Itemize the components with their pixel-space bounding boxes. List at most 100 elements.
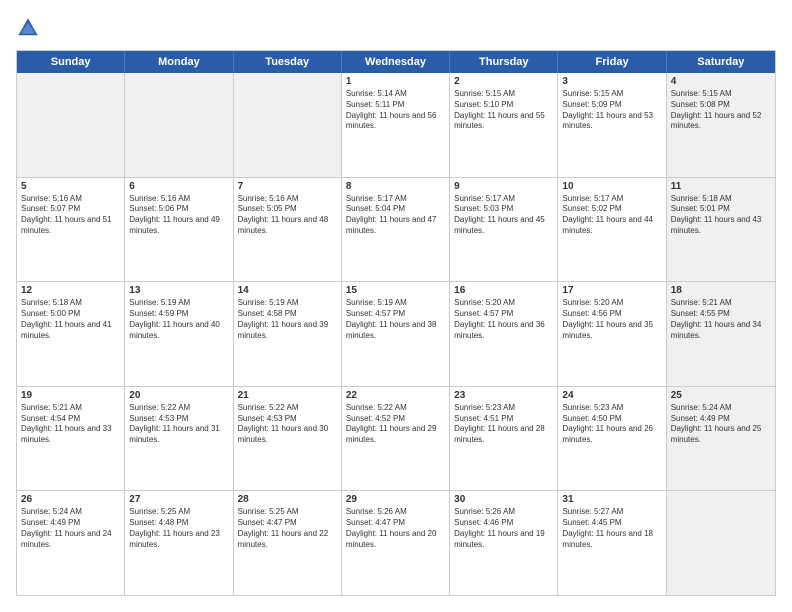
calendar-cell: 4 Sunrise: 5:15 AM Sunset: 5:08 PM Daylig… xyxy=(667,73,775,177)
calendar-row: 19 Sunrise: 5:21 AM Sunset: 4:54 PM Dayli… xyxy=(17,387,775,492)
day-number: 20 xyxy=(129,390,228,401)
calendar-cell: 11 Sunrise: 5:18 AM Sunset: 5:01 PM Dayli… xyxy=(667,178,775,282)
day-number: 24 xyxy=(562,390,661,401)
calendar-cell: 3 Sunrise: 5:15 AM Sunset: 5:09 PM Daylig… xyxy=(558,73,666,177)
calendar-cell: 2 Sunrise: 5:15 AM Sunset: 5:10 PM Daylig… xyxy=(450,73,558,177)
day-number: 21 xyxy=(238,390,337,401)
calendar-cell: 22Sunrise: 5:22 AM Sunset: 4:52 PM Dayli… xyxy=(342,387,450,491)
weekday-header: Friday xyxy=(558,51,666,73)
cell-daylight-info: Sunrise: 5:18 AM Sunset: 5:01 PM Dayligh… xyxy=(671,194,771,237)
calendar-cell: 23 Sunrise: 5:23 AM Sunset: 4:51 PM Dayli… xyxy=(450,387,558,491)
cell-daylight-info: Sunrise: 5:27 AM Sunset: 4:45 PM Dayligh… xyxy=(562,507,661,550)
calendar-cell: 20Sunrise: 5:22 AM Sunset: 4:53 PM Dayli… xyxy=(125,387,233,491)
calendar-cell: 5Sunrise: 5:16 AM Sunset: 5:07 PM Daylig… xyxy=(17,178,125,282)
calendar: SundayMondayTuesdayWednesdayThursdayFrid… xyxy=(16,50,776,596)
calendar-cell: 19 Sunrise: 5:21 AM Sunset: 4:54 PM Dayli… xyxy=(17,387,125,491)
day-number: 22 xyxy=(346,390,445,401)
cell-daylight-info: Sunrise: 5:24 AM Sunset: 4:49 PM Dayligh… xyxy=(21,507,120,550)
header xyxy=(16,16,776,40)
calendar-cell: 28 Sunrise: 5:25 AM Sunset: 4:47 PM Dayli… xyxy=(234,491,342,595)
day-number: 15 xyxy=(346,285,445,296)
calendar-row: 1Sunrise: 5:14 AM Sunset: 5:11 PM Daylig… xyxy=(17,73,775,178)
cell-daylight-info: Sunrise: 5:19 AM Sunset: 4:59 PM Dayligh… xyxy=(129,298,228,341)
day-number: 26 xyxy=(21,494,120,505)
cell-daylight-info: Sunrise: 5:26 AM Sunset: 4:46 PM Dayligh… xyxy=(454,507,553,550)
cell-daylight-info: Sunrise: 5:17 AM Sunset: 5:02 PM Dayligh… xyxy=(562,194,661,237)
cell-daylight-info: Sunrise: 5:20 AM Sunset: 4:56 PM Dayligh… xyxy=(562,298,661,341)
calendar-cell: 13 Sunrise: 5:19 AM Sunset: 4:59 PM Dayli… xyxy=(125,282,233,386)
day-number: 9 xyxy=(454,181,553,192)
day-number: 30 xyxy=(454,494,553,505)
cell-daylight-info: Sunrise: 5:18 AM Sunset: 5:00 PM Dayligh… xyxy=(21,298,120,341)
calendar-body: 1Sunrise: 5:14 AM Sunset: 5:11 PM Daylig… xyxy=(17,73,775,595)
day-number: 4 xyxy=(671,76,771,87)
calendar-cell: 10 Sunrise: 5:17 AM Sunset: 5:02 PM Dayli… xyxy=(558,178,666,282)
day-number: 7 xyxy=(238,181,337,192)
calendar-cell: 9 Sunrise: 5:17 AM Sunset: 5:03 PM Daylig… xyxy=(450,178,558,282)
day-number: 8 xyxy=(346,181,445,192)
cell-daylight-info: Sunrise: 5:15 AM Sunset: 5:08 PM Dayligh… xyxy=(671,89,771,132)
calendar-cell: 14 Sunrise: 5:19 AM Sunset: 4:58 PM Dayli… xyxy=(234,282,342,386)
weekday-header: Thursday xyxy=(450,51,558,73)
calendar-cell xyxy=(125,73,233,177)
calendar-cell: 30 Sunrise: 5:26 AM Sunset: 4:46 PM Dayli… xyxy=(450,491,558,595)
calendar-cell xyxy=(667,491,775,595)
day-number: 19 xyxy=(21,390,120,401)
cell-daylight-info: Sunrise: 5:21 AM Sunset: 4:54 PM Dayligh… xyxy=(21,403,120,446)
day-number: 31 xyxy=(562,494,661,505)
calendar-cell: 25 Sunrise: 5:24 AM Sunset: 4:49 PM Dayli… xyxy=(667,387,775,491)
calendar-cell: 8 Sunrise: 5:17 AM Sunset: 5:04 PM Daylig… xyxy=(342,178,450,282)
cell-daylight-info: Sunrise: 5:26 AM Sunset: 4:47 PM Dayligh… xyxy=(346,507,445,550)
day-number: 3 xyxy=(562,76,661,87)
calendar-cell: 18 Sunrise: 5:21 AM Sunset: 4:55 PM Dayli… xyxy=(667,282,775,386)
day-number: 27 xyxy=(129,494,228,505)
day-number: 23 xyxy=(454,390,553,401)
cell-daylight-info: Sunrise: 5:23 AM Sunset: 4:51 PM Dayligh… xyxy=(454,403,553,446)
cell-daylight-info: Sunrise: 5:15 AM Sunset: 5:10 PM Dayligh… xyxy=(454,89,553,132)
day-number: 13 xyxy=(129,285,228,296)
day-number: 17 xyxy=(562,285,661,296)
calendar-cell: 7 Sunrise: 5:16 AM Sunset: 5:05 PM Daylig… xyxy=(234,178,342,282)
calendar-cell: 17 Sunrise: 5:20 AM Sunset: 4:56 PM Dayli… xyxy=(558,282,666,386)
cell-daylight-info: Sunrise: 5:16 AM Sunset: 5:05 PM Dayligh… xyxy=(238,194,337,237)
day-number: 16 xyxy=(454,285,553,296)
calendar-cell xyxy=(234,73,342,177)
day-number: 25 xyxy=(671,390,771,401)
cell-daylight-info: Sunrise: 5:24 AM Sunset: 4:49 PM Dayligh… xyxy=(671,403,771,446)
day-number: 11 xyxy=(671,181,771,192)
weekday-header: Saturday xyxy=(667,51,775,73)
day-number: 1 xyxy=(346,76,445,87)
logo-icon xyxy=(16,16,40,40)
calendar-cell: 26 Sunrise: 5:24 AM Sunset: 4:49 PM Dayli… xyxy=(17,491,125,595)
cell-daylight-info: Sunrise: 5:25 AM Sunset: 4:47 PM Dayligh… xyxy=(238,507,337,550)
cell-daylight-info: Sunrise: 5:15 AM Sunset: 5:09 PM Dayligh… xyxy=(562,89,661,132)
cell-daylight-info: Sunrise: 5:17 AM Sunset: 5:03 PM Dayligh… xyxy=(454,194,553,237)
calendar-cell: 24Sunrise: 5:23 AM Sunset: 4:50 PM Dayli… xyxy=(558,387,666,491)
day-number: 28 xyxy=(238,494,337,505)
day-number: 10 xyxy=(562,181,661,192)
cell-daylight-info: Sunrise: 5:25 AM Sunset: 4:48 PM Dayligh… xyxy=(129,507,228,550)
calendar-row: 26 Sunrise: 5:24 AM Sunset: 4:49 PM Dayli… xyxy=(17,491,775,595)
day-number: 5 xyxy=(21,181,120,192)
weekday-header: Tuesday xyxy=(234,51,342,73)
calendar-cell: 1Sunrise: 5:14 AM Sunset: 5:11 PM Daylig… xyxy=(342,73,450,177)
calendar-row: 5Sunrise: 5:16 AM Sunset: 5:07 PM Daylig… xyxy=(17,178,775,283)
weekday-header: Monday xyxy=(125,51,233,73)
day-number: 12 xyxy=(21,285,120,296)
cell-daylight-info: Sunrise: 5:20 AM Sunset: 4:57 PM Dayligh… xyxy=(454,298,553,341)
calendar-cell: 29 Sunrise: 5:26 AM Sunset: 4:47 PM Dayli… xyxy=(342,491,450,595)
calendar-header: SundayMondayTuesdayWednesdayThursdayFrid… xyxy=(17,51,775,73)
cell-daylight-info: Sunrise: 5:17 AM Sunset: 5:04 PM Dayligh… xyxy=(346,194,445,237)
calendar-cell: 15 Sunrise: 5:19 AM Sunset: 4:57 PM Dayli… xyxy=(342,282,450,386)
cell-daylight-info: Sunrise: 5:21 AM Sunset: 4:55 PM Dayligh… xyxy=(671,298,771,341)
calendar-row: 12 Sunrise: 5:18 AM Sunset: 5:00 PM Dayli… xyxy=(17,282,775,387)
day-number: 14 xyxy=(238,285,337,296)
page: SundayMondayTuesdayWednesdayThursdayFrid… xyxy=(0,0,792,612)
day-number: 29 xyxy=(346,494,445,505)
cell-daylight-info: Sunrise: 5:19 AM Sunset: 4:58 PM Dayligh… xyxy=(238,298,337,341)
logo xyxy=(16,16,44,40)
day-number: 2 xyxy=(454,76,553,87)
calendar-cell: 16 Sunrise: 5:20 AM Sunset: 4:57 PM Dayli… xyxy=(450,282,558,386)
cell-daylight-info: Sunrise: 5:19 AM Sunset: 4:57 PM Dayligh… xyxy=(346,298,445,341)
day-number: 18 xyxy=(671,285,771,296)
